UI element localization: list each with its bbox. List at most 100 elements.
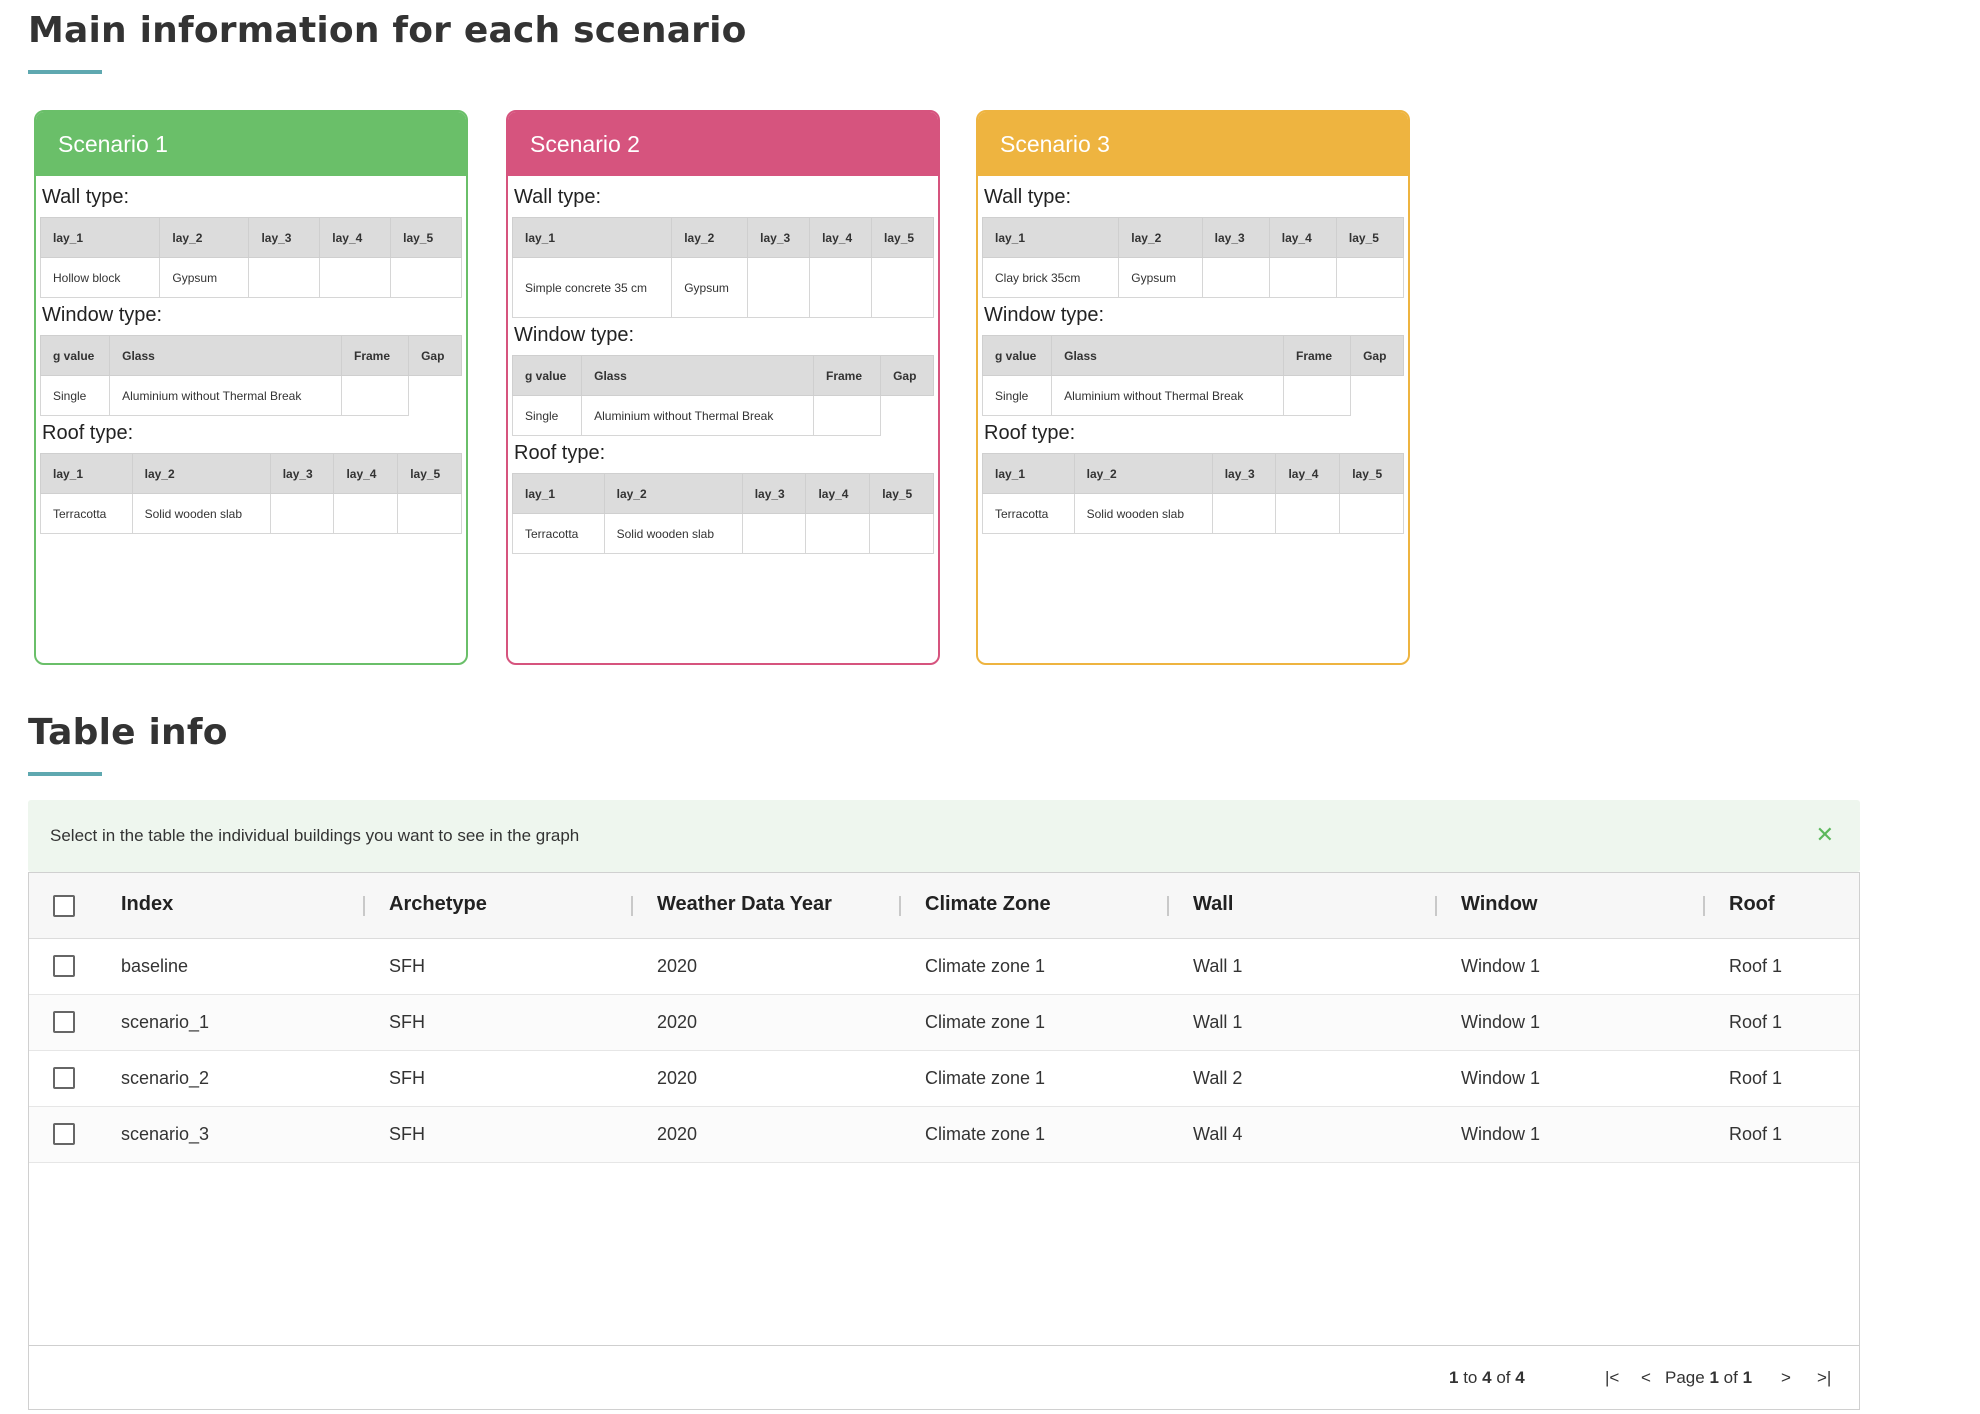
column-header-window[interactable]: Window	[1461, 893, 1537, 916]
window-header: Gap	[880, 355, 934, 396]
last-page-icon[interactable]: >|	[1817, 1368, 1831, 1388]
wall-type-label: Wall type:	[514, 186, 602, 208]
roof-cell	[805, 513, 871, 554]
window-header: Frame	[812, 355, 882, 396]
column-header-wall[interactable]: Wall	[1193, 893, 1233, 916]
wall-header: lay_1	[39, 217, 161, 258]
wall-cell	[747, 257, 811, 318]
column-header-index[interactable]: Index	[121, 893, 173, 916]
window-cell: Aluminium without Thermal Break	[109, 375, 342, 416]
column-header-roof[interactable]: Roof	[1729, 893, 1775, 916]
column-separator[interactable]	[631, 896, 633, 916]
wall-header: lay_3	[1201, 217, 1270, 258]
table-row[interactable]: scenario_3 SFH 2020 Climate zone 1 Wall 4 Win…	[29, 1107, 1859, 1163]
table-cell: Roof 1	[1729, 1012, 1783, 1032]
title-underline	[28, 70, 102, 74]
scenario-card-body: Wall type: lay_1 lay_2 lay_3 lay_4 lay_5 Hollo…	[36, 176, 466, 534]
window-table: g value Glass Frame Gap Single Aluminium with…	[981, 335, 1404, 416]
wall-type-label: Wall type:	[984, 186, 1072, 208]
window-type-label: Window type:	[42, 304, 163, 326]
roof-header: lay_1	[40, 453, 133, 494]
next-page-icon[interactable]: >	[1781, 1368, 1791, 1388]
table-cell: Window 1	[1461, 1012, 1541, 1032]
table-cell: scenario_1	[121, 1012, 210, 1032]
table-cell: 2020	[657, 956, 698, 976]
window-header: g value	[981, 335, 1053, 376]
roof-header: lay_5	[869, 473, 934, 514]
wall-cell	[1201, 257, 1270, 298]
table-header: Index Archetype Weather Data Year Climate Z…	[29, 873, 1859, 939]
select-all-checkbox[interactable]	[53, 895, 75, 917]
window-cell	[409, 376, 462, 416]
row-checkbox[interactable]	[53, 1123, 75, 1145]
roof-cell	[1211, 493, 1277, 534]
table-row[interactable]: scenario_2 SFH 2020 Climate zone 1 Wall 2 Win…	[29, 1051, 1859, 1107]
roof-cell	[269, 493, 335, 534]
table-cell: Climate zone 1	[925, 1124, 1046, 1144]
wall-type-label: Wall type:	[42, 186, 130, 208]
wall-cell: Gypsum	[671, 257, 749, 318]
roof-cell	[1275, 493, 1341, 534]
column-separator[interactable]	[899, 896, 901, 916]
prev-page-icon[interactable]: <	[1641, 1368, 1651, 1388]
section-title-table-info: Table info	[28, 712, 228, 753]
wall-table: lay_1 lay_2 lay_3 lay_4 lay_5 Simple concrete…	[511, 217, 934, 318]
window-cell	[1351, 376, 1404, 416]
column-header-weather-data-year[interactable]: Weather Data Year	[657, 893, 832, 916]
wall-header: lay_4	[319, 217, 392, 258]
roof-header: lay_5	[1339, 453, 1404, 494]
wall-cell	[1268, 257, 1337, 298]
window-cell	[812, 395, 882, 436]
table-cell: Roof 1	[1729, 956, 1783, 976]
table-cell: Window 1	[1461, 1068, 1541, 1088]
column-separator[interactable]	[1435, 896, 1437, 916]
table-cell: SFH	[389, 1068, 425, 1088]
column-header-archetype[interactable]: Archetype	[389, 893, 487, 916]
roof-type-label: Roof type:	[514, 442, 606, 464]
window-header: Glass	[109, 335, 342, 376]
column-separator[interactable]	[1167, 896, 1169, 916]
close-icon[interactable]: ✕	[1816, 822, 1834, 848]
roof-header: lay_2	[131, 453, 271, 494]
table-cell: Climate zone 1	[925, 956, 1046, 976]
scenario-card-2: Scenario 2 Wall type: lay_1 lay_2 lay_3 lay_4…	[506, 110, 940, 665]
window-header: Frame	[1282, 335, 1352, 376]
scenario-title: Scenario 3	[1000, 130, 1110, 157]
table-cell: scenario_3	[121, 1124, 210, 1144]
roof-header: lay_4	[805, 473, 871, 514]
wall-header: lay_2	[1118, 217, 1203, 258]
roof-cell: Solid wooden slab	[131, 493, 271, 534]
table-cell: 2020	[657, 1012, 698, 1032]
window-cell	[881, 396, 934, 436]
row-checkbox[interactable]	[53, 1067, 75, 1089]
row-checkbox[interactable]	[53, 1011, 75, 1033]
column-separator[interactable]	[1703, 896, 1705, 916]
roof-cell	[397, 493, 462, 534]
roof-cell: Solid wooden slab	[603, 513, 743, 554]
wall-cell: Clay brick 35cm	[981, 257, 1120, 298]
window-type-label: Window type:	[984, 304, 1105, 326]
window-cell	[1282, 375, 1352, 416]
column-header-climate-zone[interactable]: Climate Zone	[925, 893, 1051, 916]
roof-header: lay_1	[512, 473, 605, 514]
table-cell: Wall 4	[1193, 1124, 1243, 1144]
roof-cell	[1339, 493, 1404, 534]
table-row[interactable]: baseline SFH 2020 Climate zone 1 Wall 1 Windo…	[29, 939, 1859, 995]
wall-header: lay_4	[1268, 217, 1337, 258]
column-separator[interactable]	[363, 896, 365, 916]
scenario-card-body: Wall type: lay_1 lay_2 lay_3 lay_4 lay_5 Clay …	[978, 176, 1408, 534]
scenario-card-header: Scenario 3	[978, 112, 1408, 176]
wall-table: lay_1 lay_2 lay_3 lay_4 lay_5 Hollow block Gyp…	[39, 217, 462, 298]
table-row[interactable]: scenario_1 SFH 2020 Climate zone 1 Wall 1 Win…	[29, 995, 1859, 1051]
first-page-icon[interactable]: |<	[1605, 1368, 1619, 1388]
window-cell: Aluminium without Thermal Break	[581, 395, 814, 436]
table-cell: SFH	[389, 1124, 425, 1144]
window-cell: Single	[511, 395, 583, 436]
window-cell: Aluminium without Thermal Break	[1051, 375, 1284, 416]
wall-cell: Gypsum	[1118, 257, 1203, 298]
scenario-card-header: Scenario 2	[508, 112, 938, 176]
row-checkbox[interactable]	[53, 955, 75, 977]
table-cell: 2020	[657, 1068, 698, 1088]
window-header: Glass	[581, 355, 814, 396]
title-underline	[28, 772, 102, 776]
